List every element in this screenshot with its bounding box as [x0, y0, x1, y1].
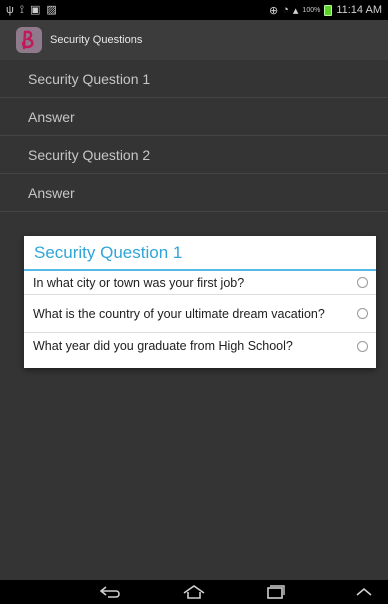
security-question-1-field[interactable]: Security Question 1 — [0, 60, 388, 98]
radio-button-icon[interactable] — [357, 277, 368, 288]
image-icon: ▣ — [29, 4, 41, 16]
option-first-job-city[interactable]: In what city or town was your first job? — [24, 271, 376, 295]
recent-apps-icon[interactable] — [261, 584, 289, 600]
sync-icon: ⊕ — [269, 4, 279, 17]
option-dream-vacation-country[interactable]: What is the country of your ultimate dre… — [24, 295, 376, 333]
option-label: In what city or town was your first job? — [33, 275, 245, 290]
notification-icon: ⟟ — [19, 4, 24, 16]
status-left-icons: ψ ⟟ ▣ ▨ — [6, 4, 57, 16]
status-bar: ψ ⟟ ▣ ▨ ⊕ ◔ ▴ 100% 11:14 AM — [0, 0, 388, 20]
radio-button-icon[interactable] — [357, 308, 368, 319]
usb-icon: ψ — [6, 4, 14, 16]
battery-icon — [324, 4, 333, 16]
clock: 11:14 AM — [336, 4, 382, 16]
option-label: What is the country of your ultimate dre… — [33, 306, 325, 321]
app-title: Security Questions — [50, 34, 143, 46]
chevron-up-icon[interactable] — [352, 584, 376, 600]
answer-1-field[interactable]: Answer — [0, 98, 388, 136]
battery-percent: 100% — [302, 6, 321, 14]
dialog-title: Security Question 1 — [24, 236, 376, 271]
wifi-icon: ◔ — [282, 4, 289, 16]
app-bar: Security Questions — [0, 20, 388, 60]
home-icon[interactable] — [180, 584, 208, 600]
option-high-school-graduation-year[interactable]: What year did you graduate from High Sch… — [24, 333, 376, 359]
option-label: What year did you graduate from High Sch… — [33, 339, 293, 353]
navigation-bar — [0, 580, 388, 604]
back-icon[interactable] — [98, 584, 126, 600]
answer-2-field[interactable]: Answer — [0, 174, 388, 212]
message-icon: ▨ — [46, 4, 57, 16]
status-right: ⊕ ◔ ▴ 100% 11:14 AM — [269, 4, 382, 17]
radio-button-icon[interactable] — [357, 340, 368, 352]
signal-icon: ▴ — [292, 4, 299, 17]
app-logo-icon[interactable] — [16, 27, 42, 53]
security-question-2-field[interactable]: Security Question 2 — [0, 136, 388, 174]
security-question-dialog: Security Question 1 In what city or town… — [24, 236, 376, 368]
